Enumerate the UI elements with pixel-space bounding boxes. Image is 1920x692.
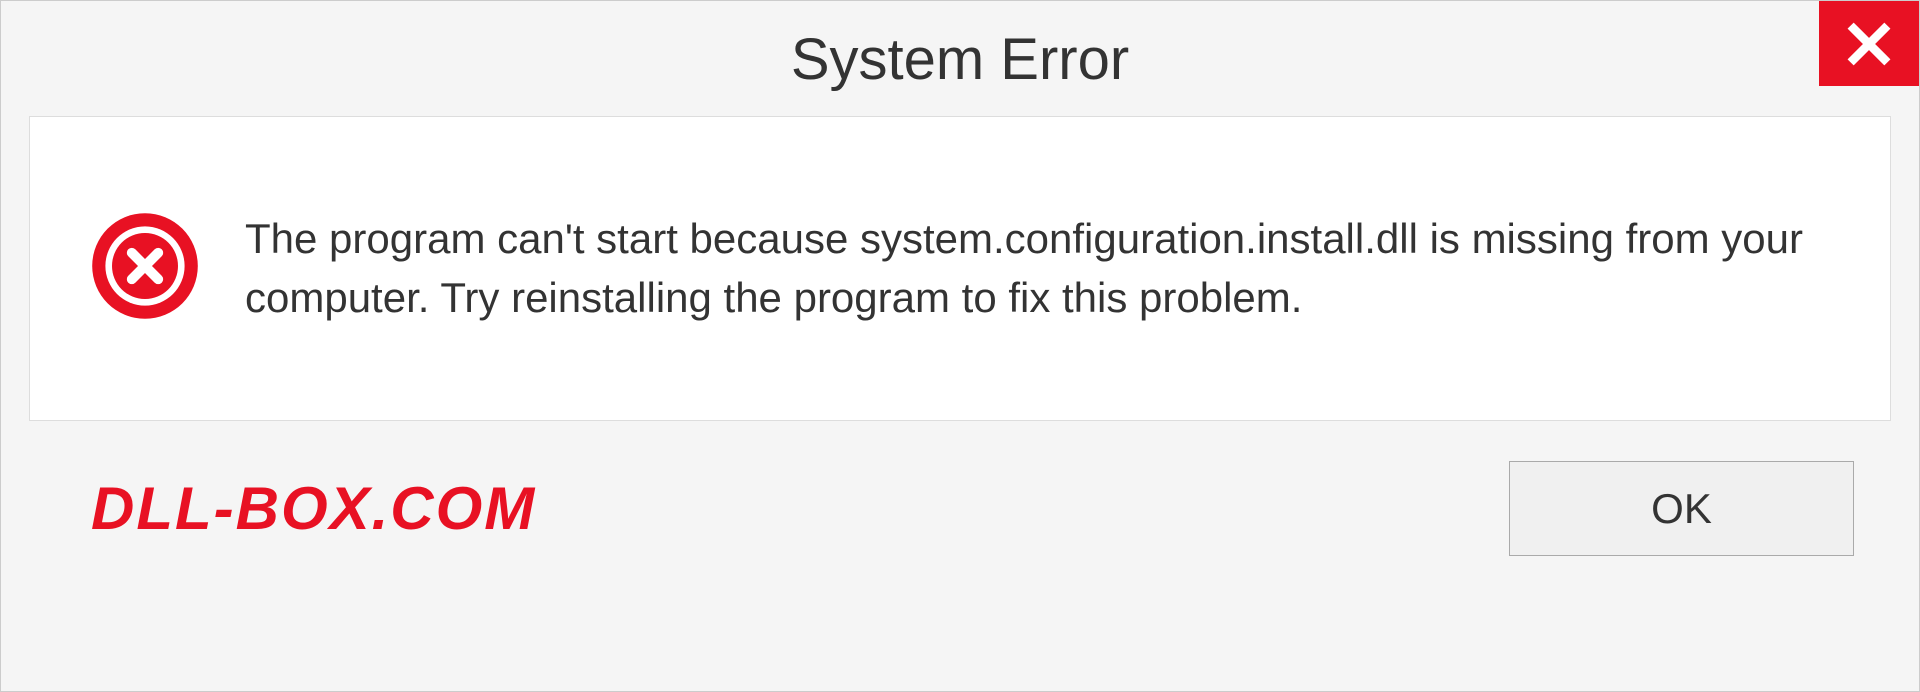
error-icon — [90, 211, 200, 326]
dialog-title: System Error — [791, 26, 1129, 93]
watermark-text: DLL-BOX.COM — [91, 474, 536, 543]
error-dialog: System Error The program can't start bec… — [0, 0, 1920, 692]
close-icon — [1846, 21, 1892, 67]
error-message: The program can't start because system.c… — [245, 210, 1830, 328]
dialog-footer: DLL-BOX.COM OK — [1, 421, 1919, 596]
close-button[interactable] — [1819, 1, 1919, 86]
ok-button[interactable]: OK — [1509, 461, 1854, 556]
dialog-body: The program can't start because system.c… — [29, 116, 1891, 421]
titlebar: System Error — [1, 1, 1919, 101]
